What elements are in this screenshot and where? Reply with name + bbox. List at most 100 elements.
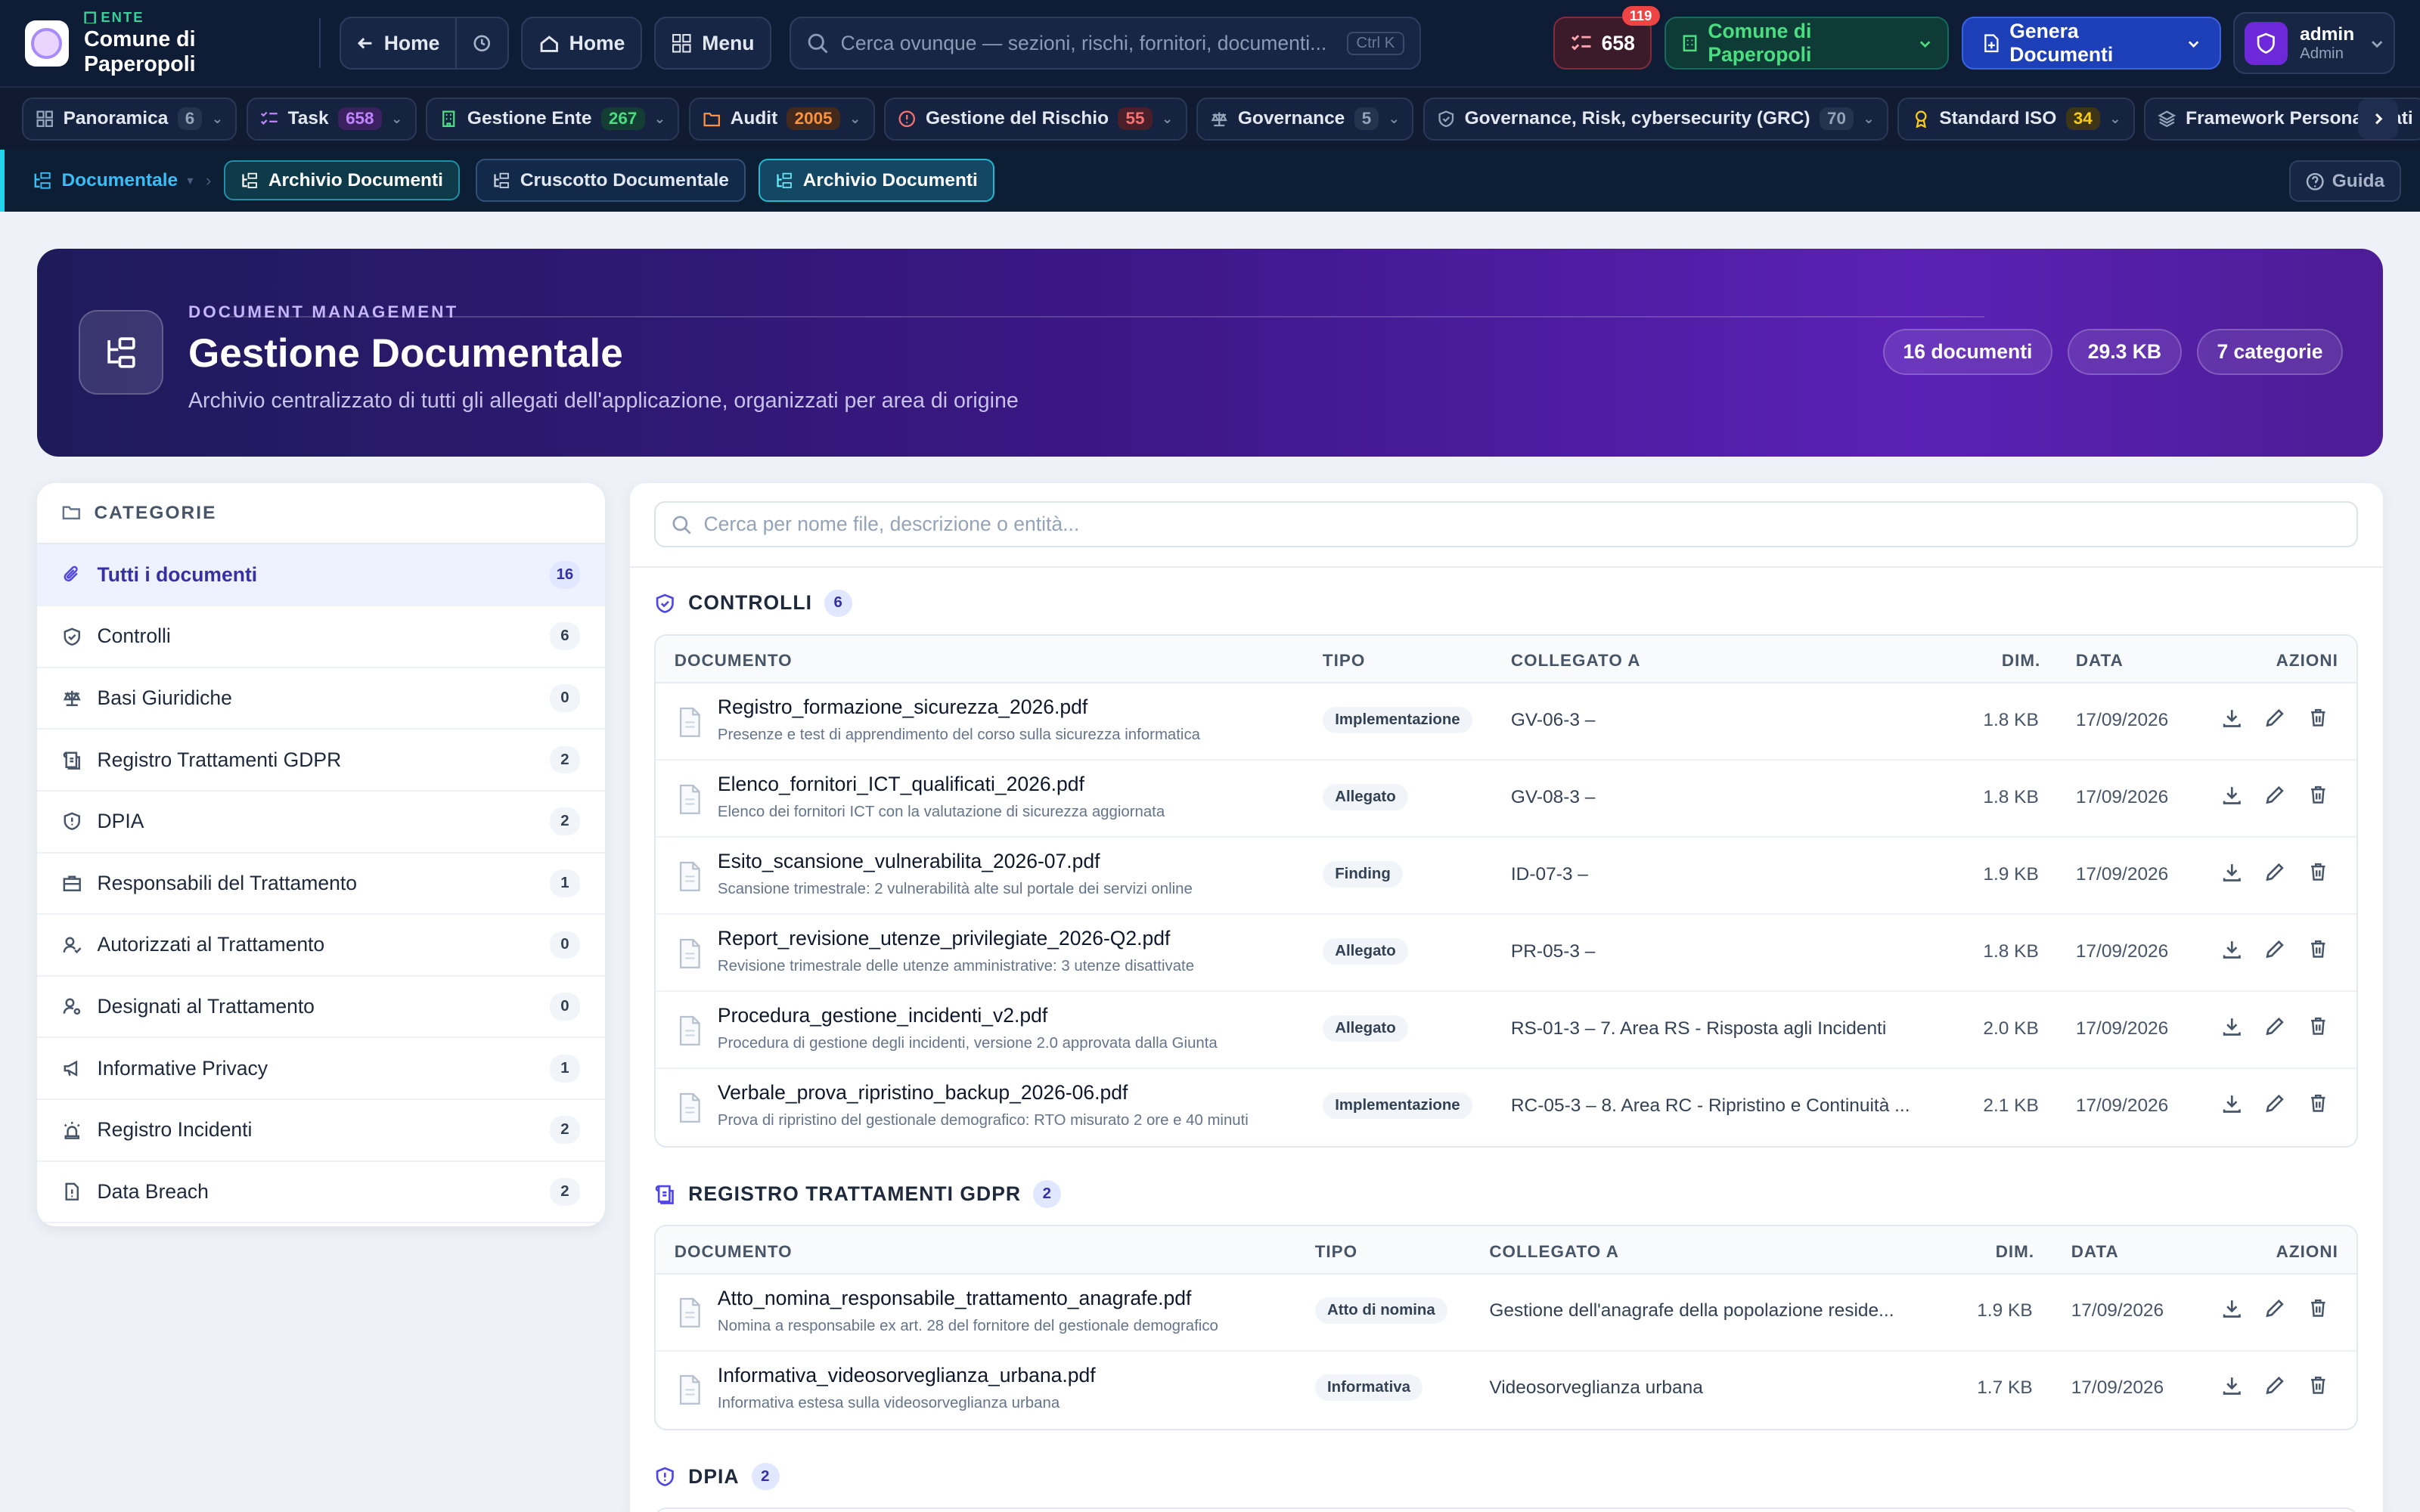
file-name[interactable]: Registro_formazione_sicurezza_2026.pdf [718, 696, 1087, 719]
section-count: 2 [1033, 1180, 1062, 1208]
chevron-down-icon: ⌄ [1863, 110, 1875, 127]
linked-entity[interactable]: GV-08-3 – [1511, 787, 1596, 808]
home-button[interactable]: Home [521, 17, 642, 70]
modules-scroll-right-button[interactable] [2358, 98, 2399, 139]
download-icon[interactable] [2221, 1297, 2243, 1319]
sidebar-item-responsabili-del-trattamento[interactable]: Responsabili del Trattamento 1 [36, 854, 605, 916]
tab-archivio[interactable]: Archivio Documenti [758, 159, 995, 203]
edit-icon[interactable] [2264, 1015, 2286, 1037]
linked-entity[interactable]: GV-06-3 – [1511, 710, 1596, 731]
task-counter-button[interactable]: 658 119 [1553, 6, 1660, 70]
global-search-input[interactable]: Cerca ovunque — sezioni, rischi, fornito… [790, 17, 1421, 70]
sidebar-header: CATEGORIE [36, 483, 605, 545]
module-gestione-del-rischio[interactable]: Gestione del Rischio 55 ⌄ [883, 97, 1187, 141]
tab-cruscotto[interactable]: Cruscotto Documentale [475, 159, 746, 203]
edit-icon[interactable] [2264, 1092, 2286, 1114]
history-button[interactable] [455, 18, 507, 68]
guide-button[interactable]: Guida [2288, 160, 2402, 203]
app-logo[interactable] [24, 20, 69, 67]
page-subtitle: Archivio centralizzato di tutti gli alle… [188, 389, 1019, 414]
module-governance[interactable]: Governance 5 ⌄ [1196, 97, 1414, 141]
module-label: Audit [730, 108, 778, 129]
folder-tree-icon [34, 172, 51, 189]
trash-icon[interactable] [2307, 1374, 2329, 1396]
sidebar-item-registro-incidenti[interactable]: Registro Incidenti 2 [36, 1100, 605, 1162]
trash-icon[interactable] [2307, 938, 2329, 960]
table-row[interactable]: Informativa_videosorveglianza_urbana.pdf… [656, 1352, 2356, 1429]
module-gestione-ente[interactable]: Gestione Ente 267 ⌄ [425, 97, 680, 141]
file-date: 17/09/2026 [2075, 1018, 2169, 1039]
type-badge: Atto di nomina [1314, 1297, 1448, 1325]
edit-icon[interactable] [2264, 1297, 2286, 1319]
user-role: Admin [2300, 45, 2344, 62]
sidebar-item-registro-trattamenti-gdpr[interactable]: Registro Trattamenti GDPR 2 [36, 730, 605, 792]
table-row[interactable]: Esito_scansione_vulnerabilita_2026-07.pd… [656, 838, 2357, 916]
module-panoramica[interactable]: Panoramica 6 ⌄ [21, 97, 237, 141]
sidebar-item-autorizzati-al-trattamento[interactable]: Autorizzati al Trattamento 0 [36, 915, 605, 977]
table-row[interactable]: Procedura_gestione_incidenti_v2.pdf Proce… [656, 992, 2357, 1070]
back-home-button[interactable]: Home [341, 18, 455, 67]
file-description: Prova di ripristino del gestionale demog… [717, 1112, 1249, 1129]
trash-icon[interactable] [2307, 1297, 2329, 1319]
table-row[interactable]: Report_revisione_utenze_privilegiate_202… [656, 915, 2357, 993]
sidebar-item-basi-giuridiche[interactable]: Basi Giuridiche 0 [36, 668, 605, 730]
table-row[interactable]: Verbale_prova_ripristino_backup_2026-06.… [656, 1069, 2356, 1146]
trash-icon[interactable] [2307, 1092, 2329, 1114]
user-menu[interactable]: admin Admin [2233, 12, 2396, 74]
menu-button[interactable]: Menu [654, 17, 771, 70]
linked-entity[interactable]: Gestione dell'anagrafe della popolazione… [1489, 1300, 1894, 1321]
edit-icon[interactable] [2264, 707, 2286, 729]
sidebar-item-dpia[interactable]: DPIA 2 [36, 792, 605, 854]
sidebar-item-designati-al-trattamento[interactable]: Designati al Trattamento 0 [36, 977, 605, 1039]
file-name[interactable]: Informativa_videosorveglianza_urbana.pdf [718, 1364, 1096, 1387]
linked-entity[interactable]: PR-05-3 – [1511, 941, 1596, 962]
table-row[interactable]: Elenco_fornitori_ICT_qualificati_2026.pd… [656, 761, 2357, 838]
type-badge: Finding [1322, 860, 1404, 888]
table-row[interactable]: Atto_nomina_responsabile_trattamento_ana… [656, 1275, 2357, 1352]
edit-icon[interactable] [2264, 861, 2286, 883]
organization-selector[interactable]: Comune di Paperopoli [1664, 17, 1950, 70]
trash-icon[interactable] [2307, 861, 2329, 883]
module-governance-risk-cybersecurity-grc[interactable]: Governance, Risk, cybersecurity (GRC) 70 ⌄ [1423, 97, 1889, 141]
module-audit[interactable]: Audit 2005 ⌄ [688, 97, 875, 141]
document-search-input[interactable]: Cerca per nome file, descrizione o entit… [654, 501, 2359, 548]
file-description: Presenze e test di apprendimento del cor… [717, 727, 1200, 744]
file-name[interactable]: Report_revisione_utenze_privilegiate_202… [718, 927, 1170, 950]
edit-icon[interactable] [2264, 1374, 2286, 1396]
file-name[interactable]: Procedura_gestione_incidenti_v2.pdf [718, 1004, 1047, 1027]
download-icon[interactable] [2221, 861, 2243, 883]
sidebar-item-informative-privacy[interactable]: Informative Privacy 1 [36, 1038, 605, 1101]
row-actions [2221, 1015, 2329, 1037]
download-icon[interactable] [2221, 1374, 2243, 1396]
file-name[interactable]: Elenco_fornitori_ICT_qualificati_2026.pd… [718, 773, 1084, 796]
generate-documents-button[interactable]: Genera Documenti [1961, 17, 2222, 70]
edit-icon[interactable] [2264, 784, 2286, 806]
breadcrumb-root[interactable]: Documentale ▾ [33, 170, 194, 191]
download-icon[interactable] [2221, 707, 2243, 729]
module-standard-iso[interactable]: Standard ISO 34 ⌄ [1897, 97, 2135, 141]
download-icon[interactable] [2221, 938, 2243, 960]
edit-icon[interactable] [2264, 938, 2286, 960]
module-task[interactable]: Task 658 ⌄ [246, 97, 417, 141]
download-icon[interactable] [2221, 1015, 2243, 1037]
module-count: 34 [2065, 107, 2100, 131]
file-name[interactable]: Atto_nomina_responsabile_trattamento_ana… [718, 1287, 1192, 1310]
linked-entity[interactable]: RS-01-3 – 7. Area RS - Risposta agli Inc… [1511, 1018, 1886, 1040]
sidebar-item-data-breach[interactable]: Data Breach 2 [36, 1162, 605, 1224]
file-icon [679, 861, 700, 891]
download-icon[interactable] [2221, 1092, 2243, 1114]
sidebar-item-controlli[interactable]: Controlli 6 [36, 606, 605, 668]
table-row[interactable]: Registro_formazione_sicurezza_2026.pdf Pr… [656, 683, 2357, 761]
sidebar-item-tutti-i-documenti[interactable]: Tutti i documenti 16 [36, 544, 605, 607]
trash-icon[interactable] [2307, 707, 2329, 729]
trash-icon[interactable] [2307, 1015, 2329, 1037]
sidebar-item-label: Informative Privacy [97, 1056, 268, 1080]
linked-entity[interactable]: RC-05-3 – 8. Area RC - Ripristino e Cont… [1511, 1095, 1910, 1117]
linked-entity[interactable]: Videosorveglianza urbana [1489, 1377, 1703, 1399]
file-name[interactable]: Verbale_prova_ripristino_backup_2026-06.… [718, 1081, 1128, 1105]
module-count: 55 [1118, 107, 1153, 131]
trash-icon[interactable] [2307, 784, 2329, 806]
linked-entity[interactable]: ID-07-3 – [1511, 864, 1588, 885]
download-icon[interactable] [2221, 784, 2243, 806]
file-name[interactable]: Esito_scansione_vulnerabilita_2026-07.pd… [718, 850, 1100, 873]
